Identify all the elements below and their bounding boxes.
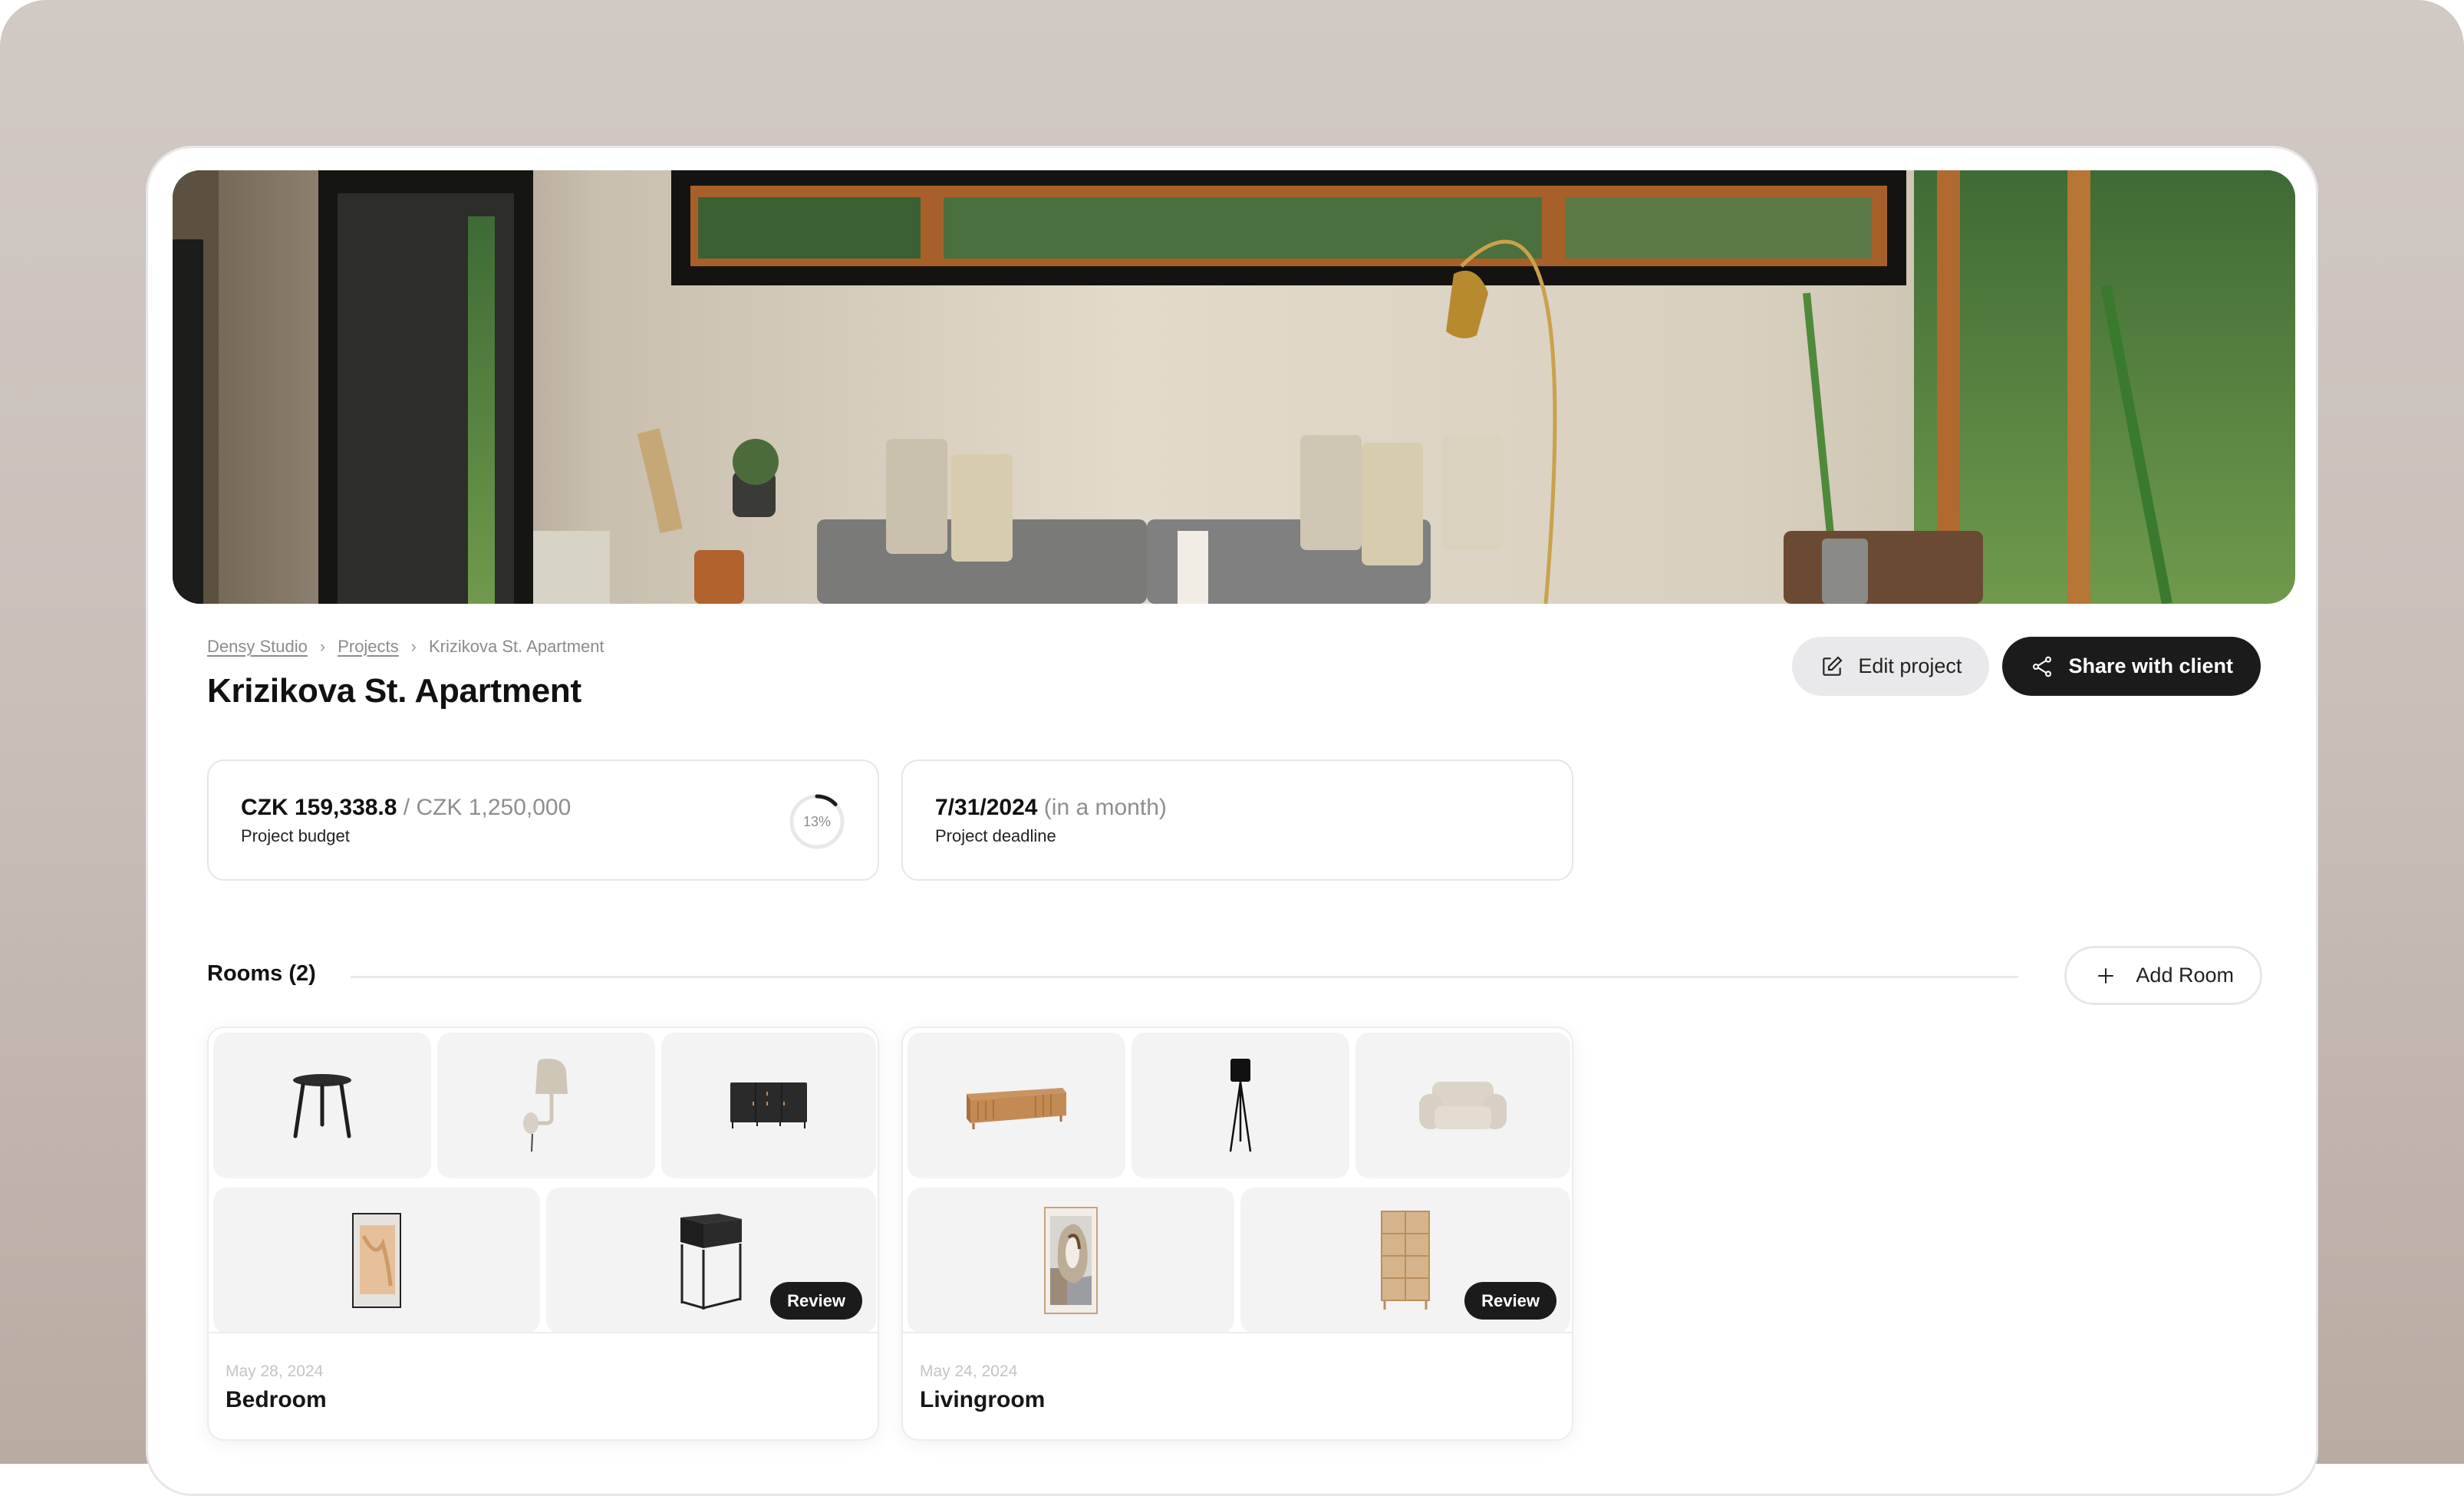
breadcrumb-separator: ›: [319, 637, 326, 656]
budget-progress-ring: 13%: [789, 794, 845, 849]
budget-label: Project budget: [241, 826, 350, 845]
product-tile-tv-stand[interactable]: [908, 1033, 1125, 1178]
product-tile-abstract-art-print[interactable]: [908, 1188, 1234, 1333]
room-name: Bedroom: [226, 1387, 327, 1412]
tv-stand-image: [967, 1088, 1066, 1129]
budget-spent: CZK 159,338.8: [241, 795, 397, 820]
rooms-divider: [351, 976, 2018, 978]
review-button[interactable]: Review: [770, 1282, 862, 1320]
product-tile-art-print[interactable]: [213, 1188, 540, 1333]
header-actions: Edit project Share with client: [1792, 637, 2261, 696]
project-cover-image: [173, 170, 2295, 604]
art-print-image: [352, 1213, 401, 1308]
product-tile-tripod-floor-lamp[interactable]: [1132, 1033, 1349, 1178]
breadcrumb-densy-studio[interactable]: Densy Studio: [207, 637, 308, 657]
deadline-value: 7/31/2024 (in a month): [935, 795, 1167, 821]
abstract-art-print-image: [1044, 1207, 1098, 1314]
product-tile-wall-lamp[interactable]: [437, 1033, 655, 1178]
budget-amount: CZK 159,338.8 / CZK 1,250,000: [241, 795, 571, 821]
page-title: Krizikova St. Apartment: [207, 672, 581, 710]
product-tile-sideboard[interactable]: [661, 1033, 876, 1178]
room-card-footer: May 24, 2024 Livingroom: [903, 1332, 1572, 1439]
budget-separator: /: [397, 795, 417, 820]
add-room-button[interactable]: Add Room: [2064, 946, 2262, 1005]
room-date: May 24, 2024: [920, 1363, 1018, 1380]
display-cabinet-image: [1381, 1211, 1430, 1310]
wall-lamp-image: [523, 1059, 568, 1152]
breadcrumb: Densy Studio › Projects › Krizikova St. …: [207, 637, 604, 657]
breadcrumb-current: Krizikova St. Apartment: [429, 637, 604, 656]
share-icon: [2033, 656, 2052, 677]
edit-icon: [1823, 655, 1843, 676]
add-room-label: Add Room: [2136, 964, 2234, 987]
budget-card: CZK 159,338.8 / CZK 1,250,000 Project bu…: [207, 760, 879, 881]
side-table-image: [293, 1074, 351, 1138]
sideboard-image: [730, 1082, 807, 1129]
product-tile-side-table[interactable]: [213, 1033, 431, 1178]
share-with-client-label: Share with client: [2068, 654, 2233, 677]
room-date: May 28, 2024: [226, 1363, 324, 1380]
edit-project-label: Edit project: [1858, 654, 1962, 677]
budget-total: CZK 1,250,000: [416, 795, 572, 820]
rooms-section-header: Rooms (2) Add Room: [207, 946, 2262, 1007]
room-card-bedroom[interactable]: Review May 28, 2024 Bedroom: [207, 1026, 879, 1441]
room-name: Livingroom: [920, 1387, 1046, 1412]
tripod-floor-lamp-image: [1229, 1059, 1252, 1152]
deadline-card: 7/31/2024 (in a month) Project deadline: [901, 760, 1573, 881]
product-tile-armchair[interactable]: [1356, 1033, 1570, 1178]
deadline-label: Project deadline: [935, 826, 1056, 845]
budget-percent: 13%: [803, 814, 831, 829]
product-tile-display-cabinet[interactable]: Review: [1240, 1188, 1570, 1333]
deadline-date: 7/31/2024: [935, 795, 1038, 820]
room-card-footer: May 28, 2024 Bedroom: [209, 1332, 878, 1439]
armchair-image: [1419, 1082, 1507, 1129]
deadline-relative: (in a month): [1037, 795, 1167, 820]
rooms-title: Rooms (2): [207, 961, 316, 986]
room-card-livingroom[interactable]: Review May 24, 2024 Livingroom: [901, 1026, 1573, 1441]
edit-project-button[interactable]: Edit project: [1792, 637, 1990, 696]
review-button[interactable]: Review: [1464, 1282, 1556, 1320]
product-tile-nightstand[interactable]: Review: [546, 1188, 876, 1333]
breadcrumb-projects[interactable]: Projects: [338, 637, 398, 657]
project-page: Densy Studio › Projects › Krizikova St. …: [146, 146, 2318, 1496]
nightstand-image: [680, 1214, 742, 1310]
share-with-client-button[interactable]: Share with client: [2002, 637, 2261, 696]
plus-icon: [2098, 967, 2114, 984]
living-room-photo: [173, 170, 2295, 604]
breadcrumb-separator: ›: [410, 637, 417, 656]
